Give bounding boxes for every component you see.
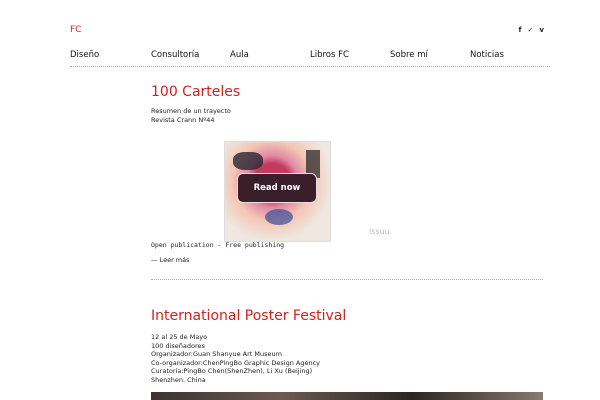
post-line: Revista Crann Nº44 (151, 115, 215, 124)
cover-art (265, 209, 293, 225)
cover-art (233, 152, 263, 170)
nav-item-aula[interactable]: Aula (230, 50, 249, 60)
issuu-logo[interactable]: issuu (369, 227, 390, 236)
social-links: f ✓ v (519, 26, 545, 34)
post-title[interactable]: 100 Carteles (151, 84, 240, 100)
read-more-link[interactable]: — Leer más (151, 256, 190, 265)
post-line: Shenzhen. China (151, 375, 206, 384)
post-excerpt: Resumen de un trayecto Revista Crann Nº4… (151, 107, 231, 124)
site-logo[interactable]: FC (70, 25, 81, 35)
nav-item-noticias[interactable]: Noticias (470, 50, 504, 60)
post-divider (151, 279, 543, 280)
facebook-icon[interactable]: f (519, 26, 522, 34)
vimeo-icon[interactable]: v (539, 26, 544, 34)
twitter-icon[interactable]: ✓ (528, 26, 534, 34)
post-line: 12 al 25 de Mayo (151, 333, 208, 341)
post-excerpt: 12 al 25 de Mayo 100 diseñadores Organiz… (151, 333, 320, 384)
read-now-button[interactable]: Read now (237, 173, 317, 203)
post-line: Organizador:Guan Shanyue Art Museum (151, 350, 282, 358)
publication-caption[interactable]: Open publication - Free publishing (151, 241, 284, 249)
main-nav: Diseño Consultoría Aula Libros FC Sobre … (70, 50, 550, 67)
post-line: Resumen de un trayecto (151, 107, 231, 115)
nav-item-libros[interactable]: Libros FC (310, 50, 349, 60)
nav-item-sobre-mi[interactable]: Sobre mí (390, 50, 428, 60)
post-poster-festival: International Poster Festival (151, 308, 346, 324)
post-title[interactable]: International Poster Festival (151, 308, 346, 324)
post-100-carteles: 100 Carteles (151, 84, 240, 100)
post-image[interactable] (151, 392, 543, 400)
post-line: Co-organizador:ChenPingBo Graphic Design… (151, 358, 321, 367)
post-line: Curatoría:PingBo Chen(ShenZhen), Li Xu (… (151, 367, 313, 375)
nav-item-diseno[interactable]: Diseño (70, 50, 99, 60)
nav-item-consultoria[interactable]: Consultoría (151, 50, 199, 60)
post-line: 100 diseñadores (151, 341, 205, 350)
